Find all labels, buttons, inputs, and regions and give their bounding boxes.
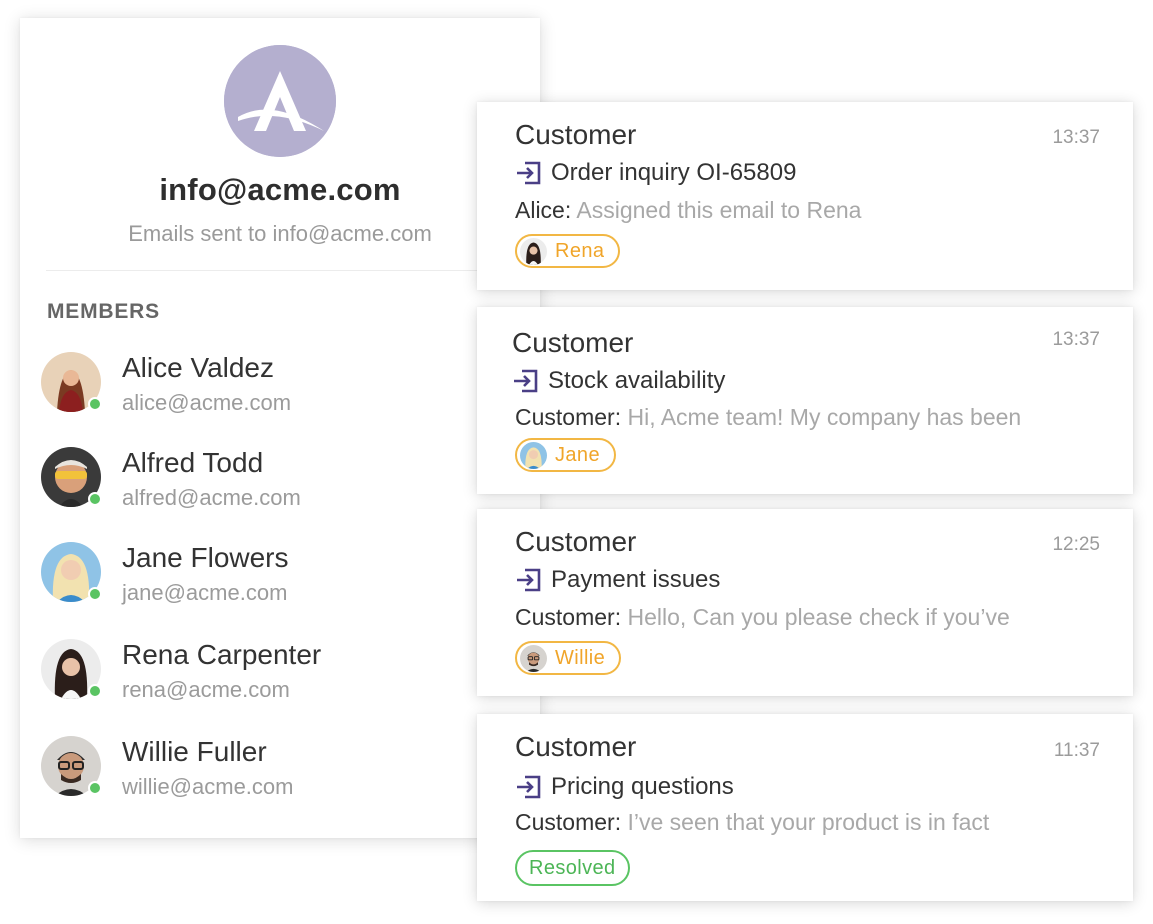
preview-text: Assigned this email to Rena <box>576 197 862 223</box>
inbox-icon <box>515 159 543 187</box>
member-email: alice@acme.com <box>122 390 292 415</box>
resolved-status-badge: Resolved <box>515 850 630 886</box>
preview-author: Customer: <box>515 604 622 630</box>
conversation-subject: Pricing questions <box>551 773 734 800</box>
member-email: rena@acme.com <box>122 677 290 702</box>
conversation-card[interactable]: Customer 13:37 Order inquiry OI-65809 Al… <box>477 102 1133 290</box>
conversation-subject: Payment issues <box>551 566 721 593</box>
conversation-subject: Order inquiry OI-65809 <box>551 159 797 186</box>
conversation-preview: Customer: Hello, Can you please check if… <box>515 604 1105 631</box>
acme-logo-icon <box>224 45 336 157</box>
conversation-subject-row: Pricing questions <box>515 773 734 803</box>
member-name: Alfred Todd <box>122 447 264 478</box>
members-heading: MEMBERS <box>47 300 160 323</box>
inbox-title: info@acme.com <box>159 172 401 207</box>
assignee-badge[interactable]: Willie <box>515 641 622 675</box>
conversation-sender: Customer <box>512 327 634 358</box>
conversation-preview: Customer: I’ve seen that your product is… <box>515 809 1105 836</box>
conversation-time: 13:37 <box>1052 127 1100 148</box>
online-status-dot <box>88 781 102 795</box>
member-name: Alice Valdez <box>122 352 275 383</box>
assignee-badge[interactable]: Jane <box>515 438 616 472</box>
inbox-avatar <box>224 45 336 157</box>
conversation-subject-row: Payment issues <box>515 566 720 596</box>
online-status-dot <box>88 587 102 601</box>
avatar <box>520 237 547 265</box>
conversation-sender: Customer <box>515 526 637 557</box>
member-item-rena[interactable]: Rena Carpenter rena@acme.com <box>41 639 511 703</box>
assignee-name: Jane <box>555 443 600 466</box>
inbox-panel: info@acme.com Emails sent to info@acme.c… <box>20 18 540 838</box>
conversation-time: 11:37 <box>1053 740 1100 761</box>
preview-text: Hi, Acme team! My company has been <box>627 404 1022 430</box>
member-name: Willie Fuller <box>122 736 267 767</box>
conversation-card[interactable]: Customer 12:25 Payment issues Customer: … <box>477 509 1133 696</box>
preview-author: Customer: <box>515 404 622 430</box>
divider <box>46 270 516 271</box>
conversation-preview: Customer: Hi, Acme team! My company has … <box>515 404 1105 431</box>
avatar <box>520 644 547 672</box>
member-item-alfred[interactable]: Alfred Todd alfred@acme.com <box>41 447 511 511</box>
assignee-badge[interactable]: Rena <box>515 234 621 268</box>
assignee-name: Willie <box>555 646 606 669</box>
conversation-subject-row: Stock availability <box>512 367 725 397</box>
online-status-dot <box>88 684 102 698</box>
inbox-icon <box>515 566 543 594</box>
online-status-dot <box>88 397 102 411</box>
member-item-willie[interactable]: Willie Fuller willie@acme.com <box>41 736 511 800</box>
conversation-time: 12:25 <box>1052 534 1100 555</box>
assignee-name: Rena <box>555 239 605 262</box>
conversation-subject-row: Order inquiry OI-65809 <box>515 159 796 189</box>
conversation-sender: Customer <box>515 731 637 762</box>
member-email: willie@acme.com <box>122 774 294 799</box>
inbox-subtitle: Emails sent to info@acme.com <box>128 221 432 246</box>
preview-text: I’ve seen that your product is in fact <box>627 809 990 835</box>
preview-author: Alice: <box>515 197 572 223</box>
conversation-time: 13:37 <box>1052 329 1100 350</box>
member-email: jane@acme.com <box>122 580 288 605</box>
conversation-subject: Stock availability <box>548 367 726 394</box>
conversation-sender: Customer <box>515 119 637 150</box>
member-name: Rena Carpenter <box>122 639 322 670</box>
inbox-icon <box>515 773 543 801</box>
inbox-icon <box>512 367 540 395</box>
preview-text: Hello, Can you please check if you’ve <box>627 604 1010 630</box>
member-item-jane[interactable]: Jane Flowers jane@acme.com <box>41 542 511 606</box>
status-label: Resolved <box>529 856 616 879</box>
member-item-alice[interactable]: Alice Valdez alice@acme.com <box>41 352 511 416</box>
avatar <box>520 441 547 469</box>
member-email: alfred@acme.com <box>122 485 301 510</box>
online-status-dot <box>88 492 102 506</box>
conversation-card[interactable]: Customer 13:37 Stock availability Custom… <box>477 307 1133 494</box>
conversation-preview: Alice: Assigned this email to Rena <box>515 197 1105 224</box>
member-name: Jane Flowers <box>122 542 289 573</box>
conversation-card[interactable]: Customer 11:37 Pricing questions Custome… <box>477 714 1133 901</box>
preview-author: Customer: <box>515 809 622 835</box>
